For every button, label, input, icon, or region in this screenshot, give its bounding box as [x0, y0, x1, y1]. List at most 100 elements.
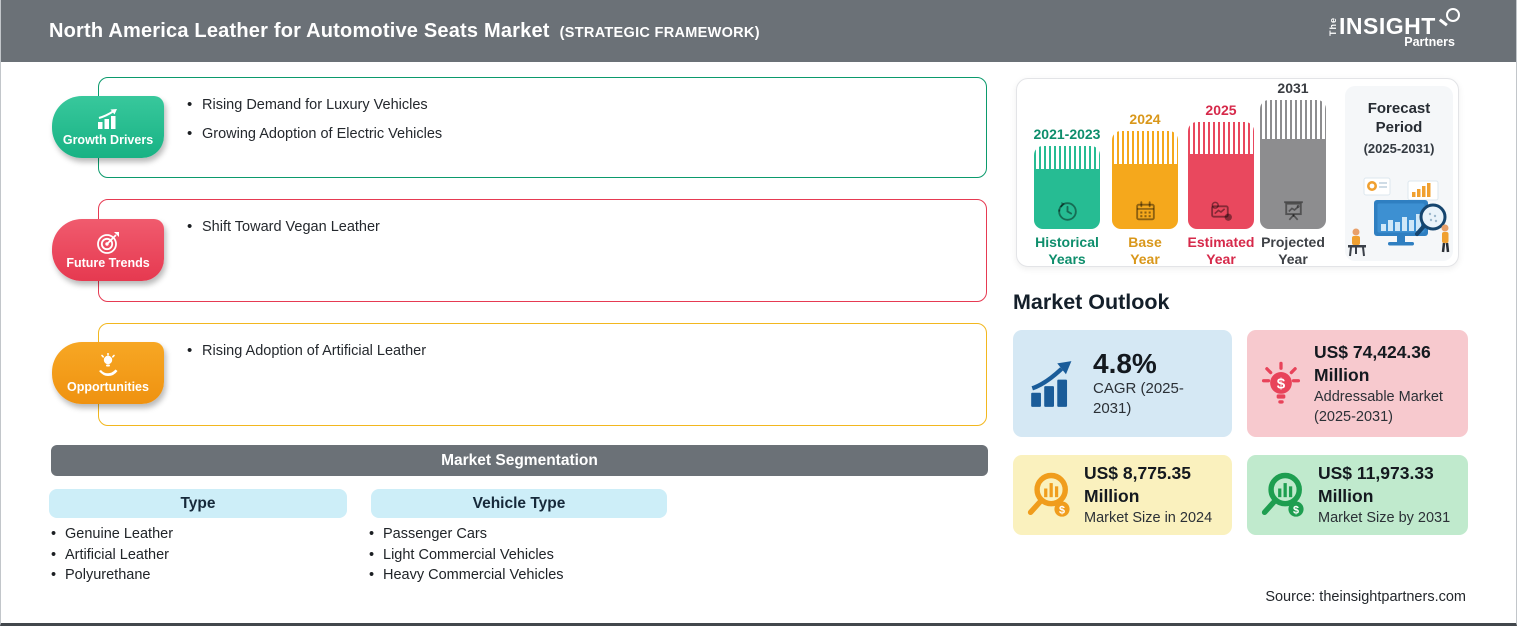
- list-item: Rising Demand for Luxury Vehicles: [187, 95, 986, 115]
- bar-body: [1188, 154, 1254, 229]
- list-item: Heavy Commercial Vehicles: [369, 565, 564, 586]
- segment-column-header-vehicle-type: Vehicle Type: [371, 489, 667, 518]
- list-item: Light Commercial Vehicles: [369, 545, 564, 566]
- bullet-text: Polyurethane: [65, 567, 150, 583]
- research-timeline-panel: 2021-2023 2024 2025 2031: [1016, 78, 1459, 267]
- badge-label: Growth Drivers: [63, 133, 153, 147]
- market-analysis-illustration: [1346, 176, 1452, 260]
- opportunities-badge: Opportunities: [52, 342, 164, 404]
- list-item: Passenger Cars: [369, 524, 564, 545]
- badge-label: Opportunities: [67, 380, 149, 394]
- timeline-caption: Projected Year: [1257, 234, 1329, 267]
- list-item: Shift Toward Vegan Leather: [187, 217, 986, 237]
- list-item: Growing Adoption of Electric Vehicles: [187, 124, 986, 144]
- bullet-text: Passenger Cars: [383, 526, 487, 542]
- projection-screen-icon: [1281, 199, 1306, 224]
- bullet-text: Genuine Leather: [65, 526, 173, 542]
- header-title-wrap: North America Leather for Automotive Sea…: [49, 20, 760, 43]
- market-size-2031-label: Market Size by 2031: [1318, 508, 1470, 528]
- card-text: US$ 11,973.33 Million Market Size by 203…: [1318, 462, 1470, 528]
- magnifier-chart-icon: $: [1023, 469, 1075, 521]
- market-segmentation-header: Market Segmentation: [51, 445, 988, 476]
- card-text: US$ 8,775.35 Million Market Size in 2024: [1084, 462, 1236, 528]
- bar-stripes: [1188, 122, 1254, 154]
- timeline-caption: Estimated Year: [1183, 234, 1259, 267]
- future-trends-badge: Future Trends: [52, 219, 164, 281]
- market-outlook-title: Market Outlook: [1013, 290, 1170, 315]
- list-item: Artificial Leather: [51, 545, 173, 566]
- forecast-period-range: (2025-2031): [1345, 141, 1453, 156]
- bulb-dollar-icon: $: [1257, 359, 1305, 409]
- card-text: US$ 74,424.36 Million Addressable Market…: [1314, 341, 1466, 427]
- timeline-bar-projected: [1260, 100, 1326, 229]
- forecast-period-title: Forecast Period: [1345, 99, 1453, 137]
- cagr-card: 4.8% CAGR (2025-2031): [1013, 330, 1232, 437]
- market-size-2024-label: Market Size in 2024: [1084, 508, 1236, 528]
- bullet-text: Shift Toward Vegan Leather: [202, 219, 380, 235]
- forecast-period-panel: Forecast Period (2025-2031): [1345, 86, 1453, 261]
- clock-history-icon: [1055, 199, 1080, 224]
- timeline-caption: Historical Years: [1025, 234, 1109, 267]
- addressable-market-value: US$ 74,424.36 Million: [1314, 341, 1466, 387]
- logo-the-text: The: [1328, 17, 1338, 36]
- timeline-bar-base: [1112, 131, 1178, 229]
- cagr-value: 4.8%: [1093, 349, 1218, 379]
- badge-label: Future Trends: [66, 256, 149, 270]
- estimate-gauge-icon: [1209, 199, 1234, 224]
- bullet-text: Light Commercial Vehicles: [383, 547, 554, 563]
- market-size-2024-card: $ US$ 8,775.35 Million Market Size in 20…: [1013, 455, 1232, 535]
- timeline-year-label: 2025: [1188, 102, 1254, 118]
- timeline-bar-estimated: [1188, 122, 1254, 229]
- bar-stripes: [1112, 131, 1178, 164]
- bullet-text: Heavy Commercial Vehicles: [383, 567, 564, 583]
- insight-partners-logo: The INSIGHT Partners: [1330, 8, 1458, 54]
- addressable-market-card: $ US$ 74,424.36 Million Addressable Mark…: [1247, 330, 1468, 437]
- bar-stripes: [1034, 146, 1100, 169]
- timeline-bar-historical: [1034, 146, 1100, 229]
- svg-text:$: $: [1293, 504, 1299, 516]
- growth-drivers-box: Rising Demand for Luxury Vehicles Growin…: [98, 77, 987, 178]
- magnifier-handle-icon: [1439, 18, 1448, 26]
- infographic-page: North America Leather for Automotive Sea…: [0, 0, 1517, 626]
- market-size-2031-card: $ US$ 11,973.33 Million Market Size by 2…: [1247, 455, 1468, 535]
- bullet-text: Rising Demand for Luxury Vehicles: [202, 97, 428, 113]
- opportunities-box: Rising Adoption of Artificial Leather: [98, 323, 987, 426]
- magnifier-chart-icon: $: [1257, 469, 1309, 521]
- logo-partners-text: Partners: [1404, 35, 1455, 49]
- bar-body: [1112, 164, 1178, 229]
- bullet-text: Rising Adoption of Artificial Leather: [202, 343, 426, 359]
- hand-bulb-icon: [95, 353, 121, 379]
- timeline-year-label: 2031: [1260, 80, 1326, 96]
- type-segment-list: Genuine Leather Artificial Leather Polyu…: [51, 524, 173, 586]
- svg-text:$: $: [1277, 375, 1286, 392]
- source-attribution: Source: theinsightpartners.com: [1265, 589, 1466, 605]
- future-trends-box: Shift Toward Vegan Leather: [98, 199, 987, 302]
- segment-column-header-type: Type: [49, 489, 347, 518]
- addressable-market-label: Addressable Market (2025-2031): [1314, 387, 1466, 427]
- vehicle-type-segment-list: Passenger Cars Light Commercial Vehicles…: [369, 524, 564, 586]
- target-dart-icon: [95, 231, 121, 255]
- cagr-label: CAGR (2025-2031): [1093, 379, 1218, 419]
- page-subtitle: (STRATEGIC FRAMEWORK): [560, 25, 760, 41]
- bar-body: [1034, 169, 1100, 229]
- magnifier-lens-icon: [1446, 8, 1460, 22]
- market-size-2031-value: US$ 11,973.33 Million: [1318, 462, 1470, 508]
- card-text: 4.8% CAGR (2025-2031): [1093, 349, 1218, 419]
- timeline-caption: Base Year: [1117, 234, 1173, 267]
- list-item: Genuine Leather: [51, 524, 173, 545]
- header-bar: North America Leather for Automotive Sea…: [1, 0, 1516, 62]
- bullet-text: Artificial Leather: [65, 547, 169, 563]
- svg-text:$: $: [1059, 504, 1065, 516]
- timeline-year-label: 2024: [1112, 111, 1178, 127]
- list-item: Rising Adoption of Artificial Leather: [187, 341, 986, 361]
- timeline-year-label: 2021-2023: [1021, 126, 1113, 142]
- growth-chart-icon: [95, 108, 121, 132]
- growth-drivers-badge: Growth Drivers: [52, 96, 164, 158]
- market-size-2024-value: US$ 8,775.35 Million: [1084, 462, 1236, 508]
- bar-body: [1260, 139, 1326, 229]
- page-title: North America Leather for Automotive Sea…: [49, 20, 550, 43]
- growth-arrow-chart-icon: [1027, 359, 1081, 409]
- list-item: Polyurethane: [51, 565, 173, 586]
- bullet-text: Growing Adoption of Electric Vehicles: [202, 126, 442, 142]
- calendar-icon: [1133, 199, 1158, 224]
